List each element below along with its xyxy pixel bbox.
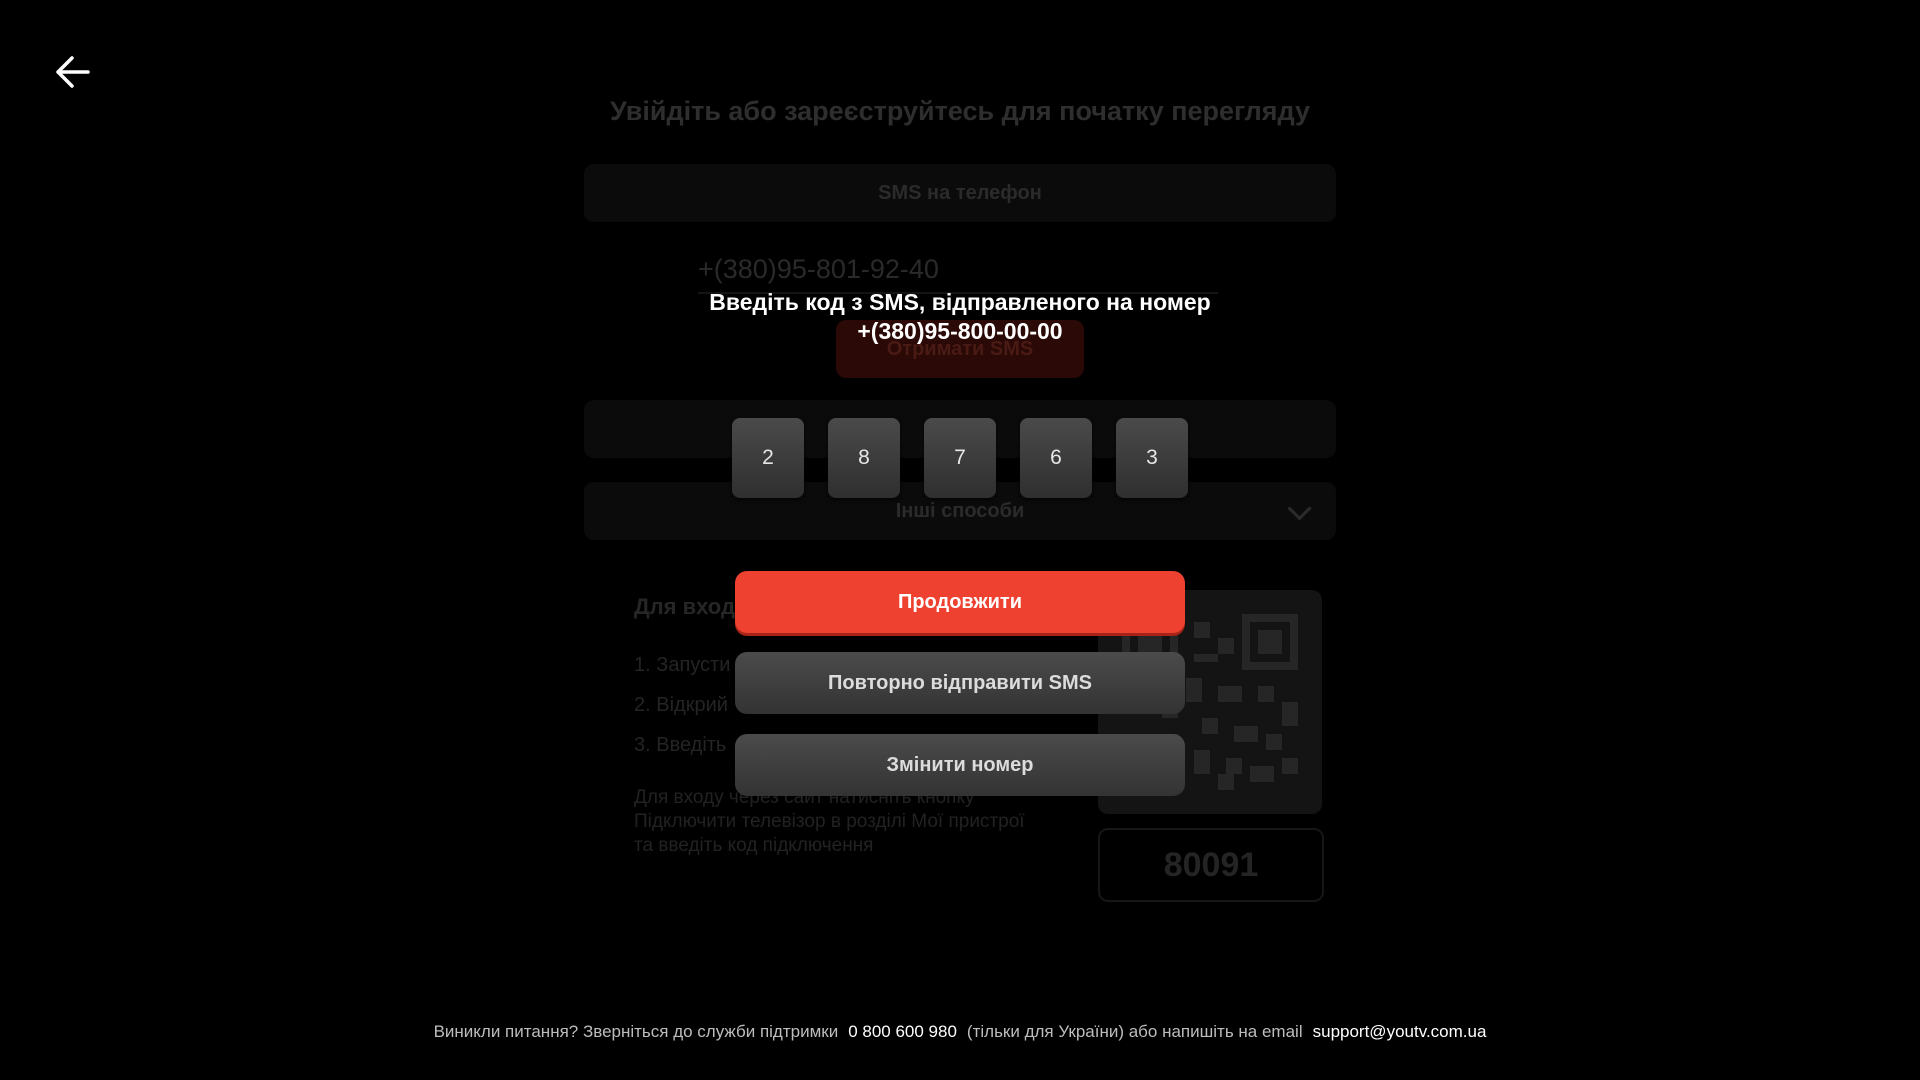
background-other-methods-label: Інші способи [895, 499, 1025, 522]
modal-title-line1: Введіть код з SMS, відправленого на номе… [709, 289, 1211, 315]
background-step: 1. Запусти [634, 654, 731, 676]
code-digit-1[interactable]: 2 [732, 418, 804, 498]
background-tv-title: Для вход [634, 594, 735, 619]
support-phone-link[interactable]: 0 800 600 980 [848, 1022, 957, 1041]
back-button[interactable] [50, 50, 94, 94]
code-digit-5[interactable]: 3 [1116, 418, 1188, 498]
continue-button[interactable]: Продовжити [735, 571, 1185, 633]
modal-title: Введіть код з SMS, відправленого на номе… [0, 288, 1920, 346]
arrow-left-icon [56, 56, 90, 88]
background-phone-input: +(380)95-801-92-40 [698, 254, 939, 284]
footer-question: Виникли питання? Зверніться до служби пі… [433, 1022, 839, 1041]
sms-code-screen: Увійдіть або зареєструйтесь для початку … [0, 0, 1920, 1080]
code-digit-2[interactable]: 8 [828, 418, 900, 498]
background-login-page: Увійдіть або зареєструйтесь для початку … [0, 0, 1920, 1080]
support-email-link[interactable]: support@youtv.com.ua [1313, 1022, 1487, 1041]
footer-middle-text: (тільки для України) або напишіть на ema… [966, 1022, 1303, 1041]
support-footer: Виникли питання? Зверніться до служби пі… [0, 1022, 1920, 1042]
code-digit-4[interactable]: 6 [1020, 418, 1092, 498]
modal-title-phone: +(380)95-800-00-00 [857, 318, 1063, 344]
background-step: 2. Відкрий [634, 694, 728, 716]
background-tab-sms: SMS на телефон [584, 164, 1336, 222]
change-number-button[interactable]: Змінити номер [735, 734, 1185, 796]
background-step: 3. Введіть [634, 734, 727, 756]
background-tv-code: 80091 [1098, 828, 1324, 902]
chevron-down-icon [1287, 496, 1312, 521]
background-note: Для входу через сайт натисніть кнопку Пі… [634, 787, 1025, 856]
sms-code-input: 2 8 7 6 3 [732, 418, 1188, 498]
background-title: Увійдіть або зареєструйтесь для початку … [609, 96, 1311, 126]
resend-sms-button[interactable]: Повторно відправити SMS [735, 652, 1185, 714]
code-digit-3[interactable]: 7 [924, 418, 996, 498]
